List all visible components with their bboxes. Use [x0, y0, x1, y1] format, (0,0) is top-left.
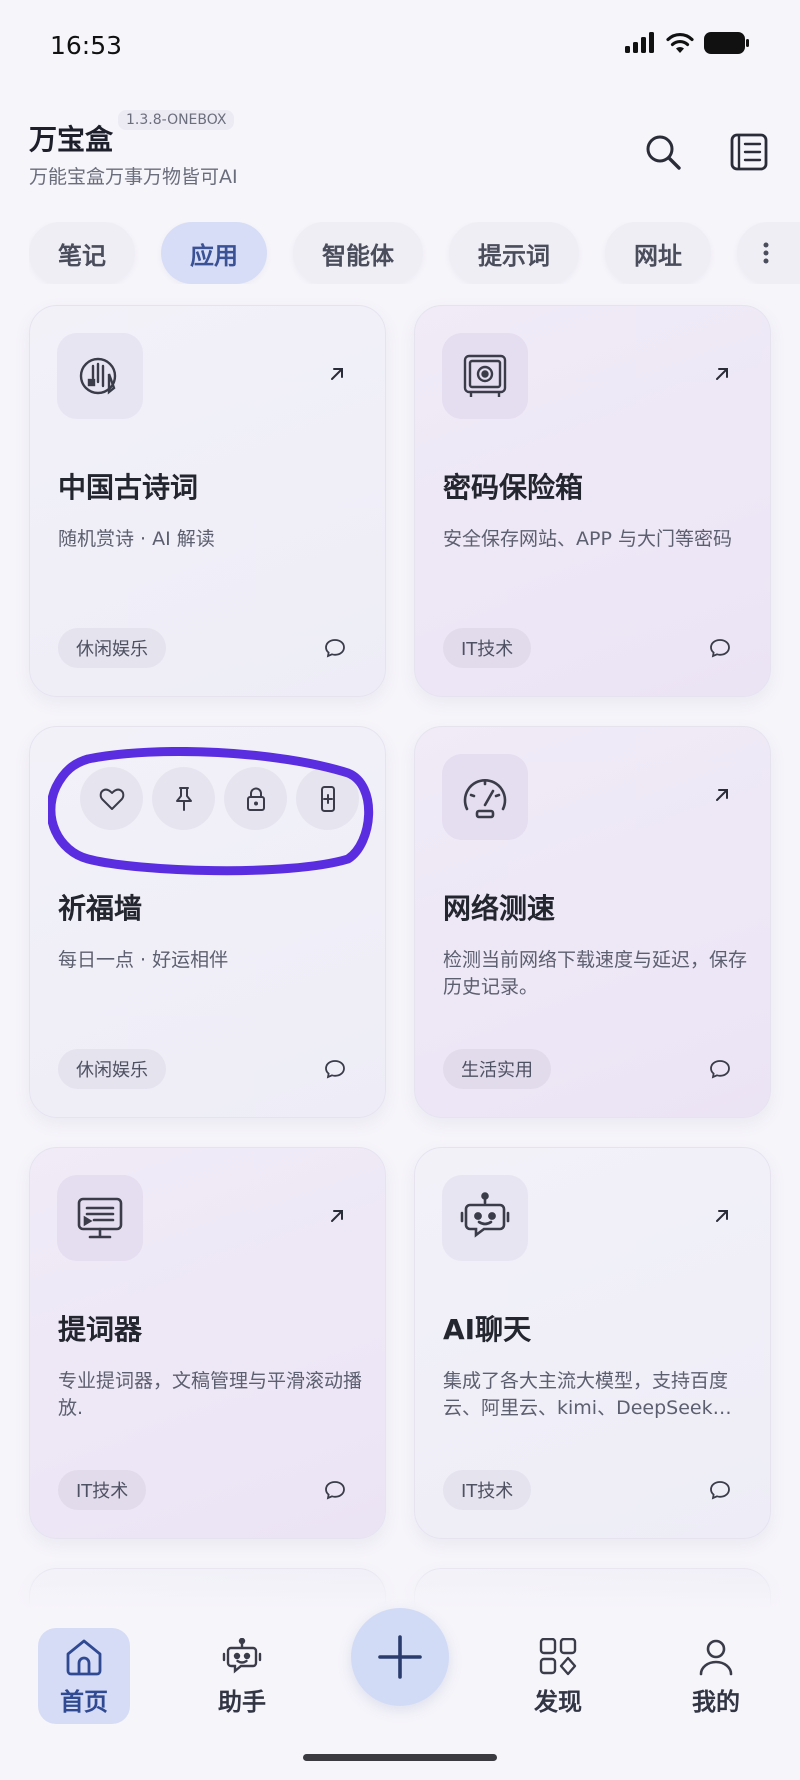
nav-assistant[interactable]: 助手: [196, 1628, 288, 1724]
battery-icon: [704, 32, 749, 54]
nav-discover[interactable]: 发现: [512, 1628, 604, 1724]
home-indicator: [303, 1754, 497, 1761]
add-button[interactable]: [351, 1608, 449, 1706]
open-arrow-icon[interactable]: [327, 1206, 347, 1226]
category-tabs: 笔记 应用 智能体 提示词 网址: [29, 222, 800, 284]
category-tag[interactable]: IT技术: [443, 628, 532, 668]
nav-label: 首页: [60, 1688, 108, 1716]
nav-home[interactable]: 首页: [38, 1628, 130, 1724]
quick-actions: [80, 767, 359, 830]
teleprompter-icon: [57, 1175, 143, 1261]
safe-icon: [442, 333, 528, 419]
card-description: 检测当前网络下载速度与延迟，保存历史记录。: [443, 949, 748, 998]
add-to-home-icon: [320, 785, 335, 812]
card-description: 集成了各大主流大模型，支持百度云、阿里云、kimi、DeepSeek等大模型: [443, 1370, 732, 1419]
tab-agents[interactable]: 智能体: [293, 222, 423, 284]
tab-prompts[interactable]: 提示词: [449, 222, 579, 284]
lock-icon: [246, 787, 265, 811]
open-arrow-icon[interactable]: [712, 364, 732, 384]
robot-icon: [442, 1175, 528, 1261]
user-icon: [699, 1639, 733, 1676]
comment-icon[interactable]: [708, 1478, 732, 1502]
poetry-icon: [57, 333, 143, 419]
card-title: 网络测速: [443, 892, 556, 925]
comment-icon[interactable]: [323, 1478, 347, 1502]
lock-button[interactable]: [224, 767, 287, 830]
card-title: 提词器: [58, 1313, 143, 1346]
card-title: AI聊天: [443, 1313, 532, 1346]
card-title: 祈福墙: [58, 892, 143, 925]
apps-grid-icon: [539, 1638, 577, 1676]
signal-icon: [625, 32, 654, 53]
pin-button[interactable]: [152, 767, 215, 830]
nav-label: 助手: [218, 1688, 266, 1716]
card-description: 专业提词器，文稿管理与平滑滚动播放.: [58, 1370, 363, 1419]
nav-label: 我的: [692, 1688, 740, 1716]
menu-list-button[interactable]: [727, 130, 771, 174]
header: 万宝盒 1.3.8-ONEBOX 万能宝盒万事万物皆可AI: [0, 100, 800, 200]
speedometer-icon: [442, 754, 528, 840]
list-icon: [730, 133, 768, 171]
pin-icon: [175, 786, 192, 811]
tab-apps[interactable]: 应用: [161, 222, 267, 284]
status-bar: 16:53: [0, 0, 800, 92]
category-tag[interactable]: 休闲娱乐: [58, 1049, 166, 1089]
app-card-password-safe[interactable]: 密码保险箱 安全保存网站、APP 与大门等密码 IT技术: [414, 305, 771, 697]
app-card-speed-test[interactable]: 网络测速 检测当前网络下载速度与延迟，保存历史记录。 生活实用: [414, 726, 771, 1118]
status-time: 16:53: [50, 31, 123, 60]
tab-more[interactable]: [737, 222, 800, 284]
plus-icon: [378, 1635, 422, 1679]
more-vertical-icon: [763, 242, 769, 264]
card-description: 随机赏诗 · AI 解读: [58, 528, 215, 550]
tab-notes[interactable]: 笔记: [29, 222, 135, 284]
category-tag[interactable]: 生活实用: [443, 1049, 551, 1089]
search-button[interactable]: [641, 130, 685, 174]
comment-icon[interactable]: [323, 1057, 347, 1081]
add-to-home-button[interactable]: [296, 767, 359, 830]
open-arrow-icon[interactable]: [327, 364, 347, 384]
search-icon: [646, 135, 681, 170]
comment-icon[interactable]: [323, 636, 347, 660]
home-icon: [66, 1639, 102, 1676]
card-description: 安全保存网站、APP 与大门等密码: [443, 528, 732, 550]
category-tag[interactable]: IT技术: [58, 1470, 147, 1510]
app-card-teleprompter[interactable]: 提词器 专业提词器，文稿管理与平滑滚动播放. IT技术: [29, 1147, 386, 1539]
category-tag[interactable]: IT技术: [443, 1470, 532, 1510]
favorite-button[interactable]: [80, 767, 143, 830]
wifi-icon: [666, 32, 694, 53]
card-title: 密码保险箱: [443, 471, 584, 504]
app-title: 万宝盒: [29, 123, 114, 156]
status-icons: [624, 32, 750, 54]
app-card-poetry[interactable]: 中国古诗词 随机赏诗 · AI 解读 休闲娱乐: [29, 305, 386, 697]
robot-icon: [222, 1638, 262, 1674]
heart-icon: [99, 788, 124, 810]
card-description: 每日一点 · 好运相伴: [58, 949, 229, 971]
app-card-prayer-wall[interactable]: 祈福墙 每日一点 · 好运相伴 休闲娱乐: [29, 726, 386, 1118]
app-card-ai-chat[interactable]: AI聊天 集成了各大主流大模型，支持百度云、阿里云、kimi、DeepSeek等…: [414, 1147, 771, 1539]
app-subtitle: 万能宝盒万事万物皆可AI: [29, 166, 238, 188]
category-tag[interactable]: 休闲娱乐: [58, 628, 166, 668]
bottom-fade: [0, 1560, 800, 1610]
nav-label: 发现: [534, 1688, 582, 1716]
card-title: 中国古诗词: [58, 471, 199, 504]
comment-icon[interactable]: [708, 636, 732, 660]
open-arrow-icon[interactable]: [712, 785, 732, 805]
tab-urls[interactable]: 网址: [605, 222, 711, 284]
open-arrow-icon[interactable]: [712, 1206, 732, 1226]
comment-icon[interactable]: [708, 1057, 732, 1081]
version-badge: 1.3.8-ONEBOX: [118, 110, 235, 130]
nav-profile[interactable]: 我的: [670, 1628, 762, 1724]
